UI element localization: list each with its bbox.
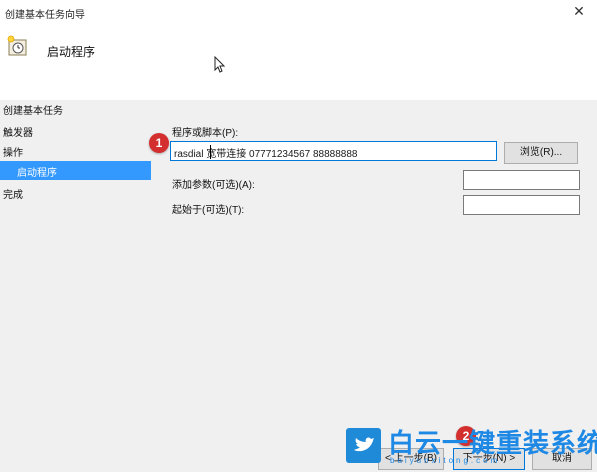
callout-badge-1: 1 — [149, 133, 169, 153]
nav-item-label: 启动程序 — [17, 168, 57, 179]
start-in-input[interactable] — [463, 195, 580, 215]
program-label: 程序或脚本(P): — [172, 128, 239, 139]
program-input[interactable]: rasdial 宽带连接 07771234567 88888888 — [170, 141, 497, 161]
bird-logo-icon — [346, 428, 381, 463]
nav-item-trigger[interactable]: 触发器 — [3, 124, 33, 139]
nav-item-action[interactable]: 操作 — [3, 144, 23, 159]
clock-task-icon — [6, 35, 28, 57]
browse-button[interactable]: 浏览(R)... — [504, 142, 578, 164]
args-label: 添加参数(可选)(A): — [172, 180, 255, 191]
nav-item-start-program[interactable]: 启动程序 — [0, 161, 151, 180]
watermark-brand: 白云一键重装系统 — [388, 428, 597, 458]
wizard-header — [0, 26, 597, 100]
close-icon[interactable]: ✕ — [571, 3, 587, 20]
text-caret — [210, 145, 211, 159]
watermark-url: baiyunxitong.com — [390, 456, 501, 465]
page-title: 启动程序 — [47, 45, 96, 59]
start-in-label: 起始于(可选)(T): — [172, 205, 245, 216]
nav-section-title: 创建基本任务 — [3, 106, 63, 117]
title-bar: 创建基本任务向导 ✕ — [0, 0, 597, 26]
mouse-pointer-icon — [214, 55, 226, 77]
args-input[interactable] — [463, 170, 580, 190]
window-title: 创建基本任务向导 — [5, 10, 85, 21]
nav-item-finish[interactable]: 完成 — [3, 186, 23, 201]
